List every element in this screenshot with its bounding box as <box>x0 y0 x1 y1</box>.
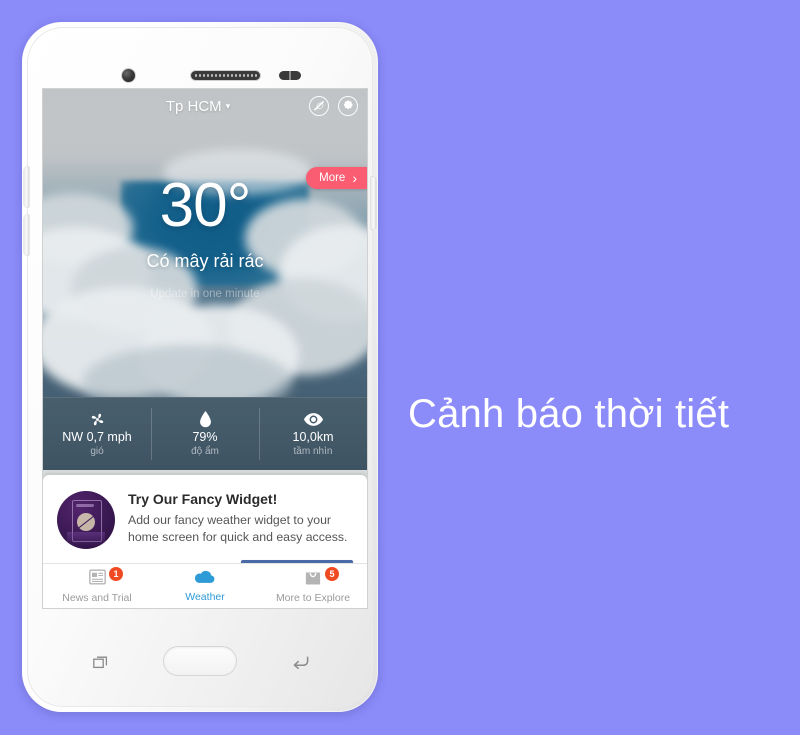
card-title: Try Our Fancy Widget! <box>128 491 278 507</box>
app-header: Tp HCM▾ ∅ <box>43 89 367 123</box>
recent-apps-icon[interactable] <box>93 655 109 669</box>
earpiece-speaker-icon <box>191 71 260 80</box>
metric-visibility: 10,0km tầm nhìn <box>259 398 367 470</box>
nav-item-weather[interactable]: Weather <box>151 564 259 608</box>
condition-label: Có mây rải rác <box>146 251 264 271</box>
weather-metrics-row: NW 0,7 mph gió 79% độ ẩm 10,0km tầm nhìn <box>43 397 367 470</box>
humidity-icon <box>199 411 212 428</box>
front-camera-icon <box>122 69 135 82</box>
proximity-sensor-icon <box>279 71 301 80</box>
metric-value: NW 0,7 mph <box>62 430 132 444</box>
metric-label: độ ẩm <box>191 446 219 457</box>
bottom-navigation: News and Trial 1 Weather More to Explore… <box>43 563 367 608</box>
temperature-value: 30° <box>159 171 252 240</box>
card-text-block: Try Our Fancy Widget! Add our fancy weat… <box>128 491 353 549</box>
wind-icon <box>89 411 106 428</box>
phone-front-panel: SAMSUNG Tp HCM▾ <box>24 27 376 707</box>
card-body: Add our fancy weather widget to your hom… <box>128 513 348 545</box>
samsung-phone: SAMSUNG Tp HCM▾ <box>22 22 378 712</box>
phone-screen: Tp HCM▾ ∅ More › <box>43 89 367 608</box>
metric-label: gió <box>90 446 104 457</box>
nav-item-explore[interactable]: More to Explore 5 <box>259 564 367 608</box>
caption-text: Cảnh báo thời tiết <box>408 392 730 436</box>
card-content: Try Our Fancy Widget! Add our fancy weat… <box>43 475 367 549</box>
visibility-icon <box>303 411 323 428</box>
metric-value: 79% <box>192 430 218 444</box>
nav-label: News and Trial <box>62 591 132 604</box>
metric-humidity: 79% độ ẩm <box>151 398 259 470</box>
update-note: Update in one minute <box>150 288 260 300</box>
volume-up-button[interactable] <box>24 167 29 207</box>
power-button[interactable] <box>371 177 376 229</box>
current-weather-block: 30° Có mây rải rác Update in one minute <box>43 171 367 301</box>
news-icon <box>88 569 106 590</box>
city-label: Tp HCM <box>165 97 222 115</box>
nav-item-news[interactable]: News and Trial 1 <box>43 564 151 608</box>
cloud-icon <box>194 569 216 589</box>
nav-badge: 1 <box>109 567 123 581</box>
volume-down-button[interactable] <box>24 215 29 255</box>
nav-label: More to Explore <box>275 591 351 604</box>
explore-icon <box>304 569 322 590</box>
home-button[interactable] <box>164 647 236 675</box>
city-selector[interactable]: Tp HCM ▾ <box>43 98 309 115</box>
widget-illustration-icon <box>57 491 115 549</box>
metric-wind: NW 0,7 mph gió <box>43 398 151 470</box>
metric-label: tầm nhìn <box>293 446 333 457</box>
nav-label: Weather <box>185 591 225 603</box>
settings-gear-icon[interactable] <box>338 96 358 116</box>
nav-badge: 5 <box>325 567 339 581</box>
no-ads-icon[interactable]: ∅ <box>309 96 329 116</box>
chevron-down-icon: ▾ <box>225 100 231 111</box>
metric-value: 10,0km <box>292 430 334 444</box>
back-icon[interactable] <box>291 655 309 670</box>
